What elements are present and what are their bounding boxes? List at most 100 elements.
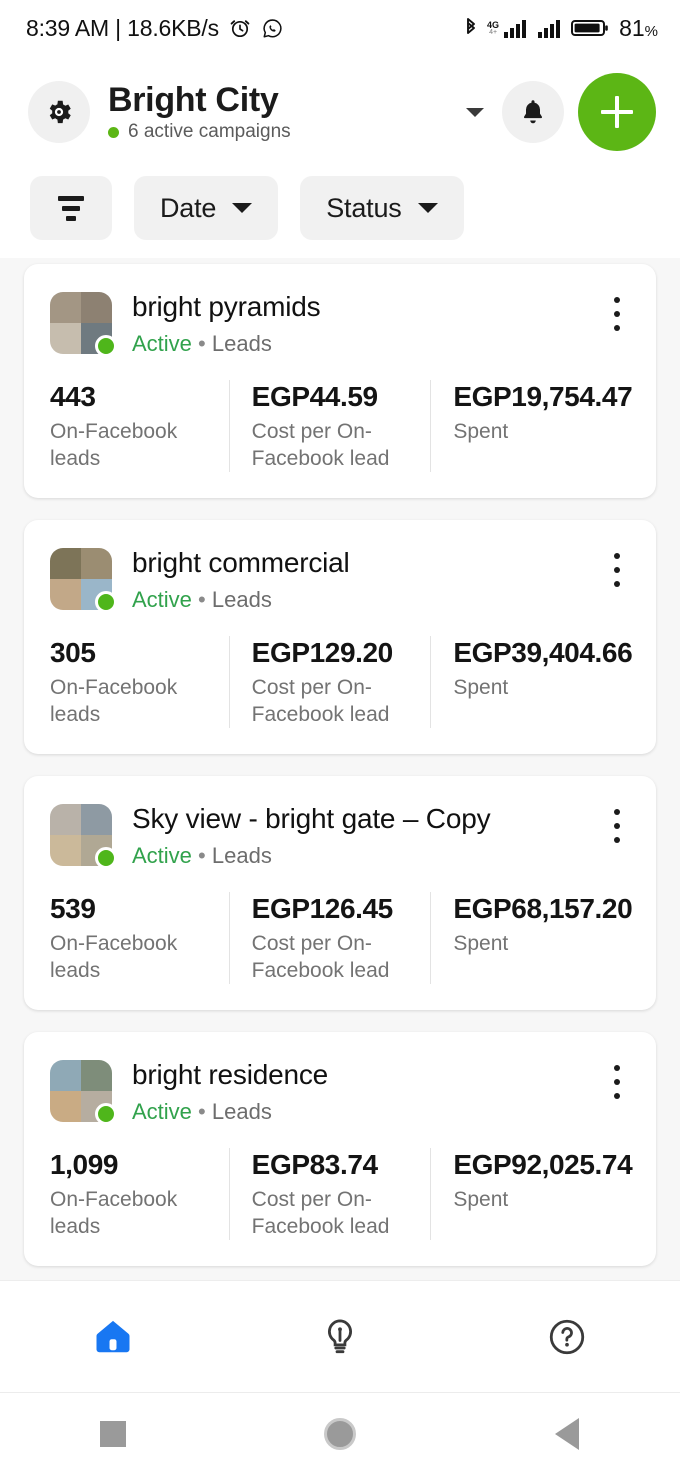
campaign-card[interactable]: bright commercial Active • Leads 305 On-… [24,520,656,754]
nav-item-home[interactable] [0,1281,227,1392]
campaign-meta-separator: • [198,331,206,356]
battery-percent-unit: % [644,22,658,40]
more-vertical-icon[interactable] [600,550,634,590]
campaign-card[interactable]: Sky view - bright gate – Copy Active • L… [24,776,656,1010]
filter-bar: Date Status [0,168,680,263]
metric-label: On-Facebook leads [50,932,178,982]
battery-icon [571,17,609,39]
campaign-card-header: bright pyramids Active • Leads [50,290,632,358]
more-vertical-icon[interactable] [600,1062,634,1102]
campaign-card[interactable]: bright pyramids Active • Leads 443 On-Fa… [24,264,656,498]
status-bar-right: 4G 4+ 81% [461,15,658,42]
settings-button[interactable] [28,81,90,143]
alarm-clock-icon [228,16,252,40]
network-type-label: 4G 4+ [487,19,500,36]
metric-value: EGP129.20 [251,637,394,668]
metric-label: Spent [453,420,509,443]
android-system-nav [0,1392,680,1474]
recents-button[interactable] [0,1420,227,1447]
campaign-status: Active [132,1099,192,1124]
circle-home-icon [324,1417,356,1450]
campaign-list[interactable]: bright pyramids Active • Leads 443 On-Fa… [0,258,680,1280]
filter-icon [58,195,84,221]
bluetooth-icon [461,16,481,40]
cellular-signal-icon [503,17,531,39]
metric-label: Cost per On-Facebook lead [251,1188,390,1238]
campaign-meta: Active • Leads [132,330,592,358]
battery-percent: 81% [619,15,658,42]
campaign-thumbnail [50,292,117,357]
campaign-status-dot [95,335,117,357]
campaign-status-dot [95,847,117,869]
account-subtitle-row: 6 active campaigns [108,121,460,143]
campaign-title-block: bright pyramids Active • Leads [132,290,632,358]
metric-value: EGP68,157.20 [453,893,633,924]
campaign-objective: Leads [211,331,272,356]
filter-button[interactable] [30,176,112,240]
chevron-down-icon[interactable] [466,107,484,117]
lightbulb-icon [319,1316,361,1358]
metric-leads: 1,099 On-Facebook leads [50,1148,229,1240]
campaign-status: Active [132,587,192,612]
chevron-down-icon [417,203,438,213]
campaign-thumbnail [50,1060,117,1125]
date-filter-chip[interactable]: Date [134,176,279,240]
metric-spent: EGP39,404.66 Spent [430,636,633,728]
campaign-meta: Active • Leads [132,586,592,614]
network-type-text: 4G [487,19,500,30]
bottom-navigation [0,1280,680,1392]
gear-icon [44,97,74,127]
metric-value: EGP19,754.47 [453,381,633,412]
metric-label: Cost per On-Facebook lead [251,676,390,726]
create-campaign-button[interactable] [578,73,656,151]
network-sub-text: 4+ [489,28,498,36]
whatsapp-icon [261,17,284,40]
campaign-metrics: 539 On-Facebook leads EGP126.45 Cost per… [50,892,633,984]
status-filter-chip[interactable]: Status [300,176,464,240]
metric-cost-per-lead: EGP126.45 Cost per On-Facebook lead [228,892,431,984]
metric-spent: EGP68,157.20 Spent [430,892,633,984]
home-button[interactable] [227,1417,454,1450]
campaign-objective: Leads [211,843,272,868]
nav-item-help[interactable] [453,1281,680,1392]
back-button[interactable] [453,1417,680,1450]
account-subtitle: 6 active campaigns [128,121,291,142]
campaign-card[interactable]: bright residence Active • Leads 1,099 On… [24,1032,656,1266]
campaign-meta: Active • Leads [132,842,592,870]
cellular-signal-icon [537,17,565,39]
status-bar-time: 8:39 AM | 18.6KB/s [26,14,219,41]
campaign-status: Active [132,331,192,356]
notifications-button[interactable] [502,81,564,143]
metric-value: 443 [50,381,96,412]
metric-value: EGP44.59 [251,381,378,412]
campaign-name: Sky view - bright gate – Copy [132,803,491,834]
campaign-title-block: bright commercial Active • Leads [132,546,632,614]
more-vertical-icon[interactable] [600,806,634,846]
status-bar-left: 8:39 AM | 18.6KB/s [26,15,284,42]
campaign-card-header: bright residence Active • Leads [50,1058,632,1126]
metric-cost-per-lead: EGP83.74 Cost per On-Facebook lead [228,1148,431,1240]
metric-label: Spent [453,932,509,955]
campaign-metrics: 443 On-Facebook leads EGP44.59 Cost per … [50,380,633,472]
campaign-card-header: bright commercial Active • Leads [50,546,632,614]
metric-label: On-Facebook leads [50,420,178,470]
campaign-name: bright commercial [132,547,350,578]
campaign-metrics: 1,099 On-Facebook leads EGP83.74 Cost pe… [50,1148,633,1240]
triangle-back-icon [554,1417,579,1450]
campaign-objective: Leads [211,1099,272,1124]
metric-value: 1,099 [50,1149,119,1180]
metric-value: EGP92,025.74 [453,1149,633,1180]
campaign-status: Active [132,843,192,868]
chevron-down-icon [232,203,253,213]
square-recents-icon [100,1420,127,1447]
metric-label: Spent [453,676,509,699]
nav-item-insights[interactable] [227,1281,454,1392]
more-vertical-icon[interactable] [600,294,634,334]
campaign-name: bright pyramids [132,291,321,322]
metric-value: EGP39,404.66 [453,637,633,668]
metric-cost-per-lead: EGP129.20 Cost per On-Facebook lead [228,636,431,728]
app-header: Bright City 6 active campaigns [0,56,680,168]
campaign-status-dot [95,591,117,613]
metric-value: 539 [50,893,96,924]
account-title-block[interactable]: Bright City 6 active campaigns [108,81,460,143]
